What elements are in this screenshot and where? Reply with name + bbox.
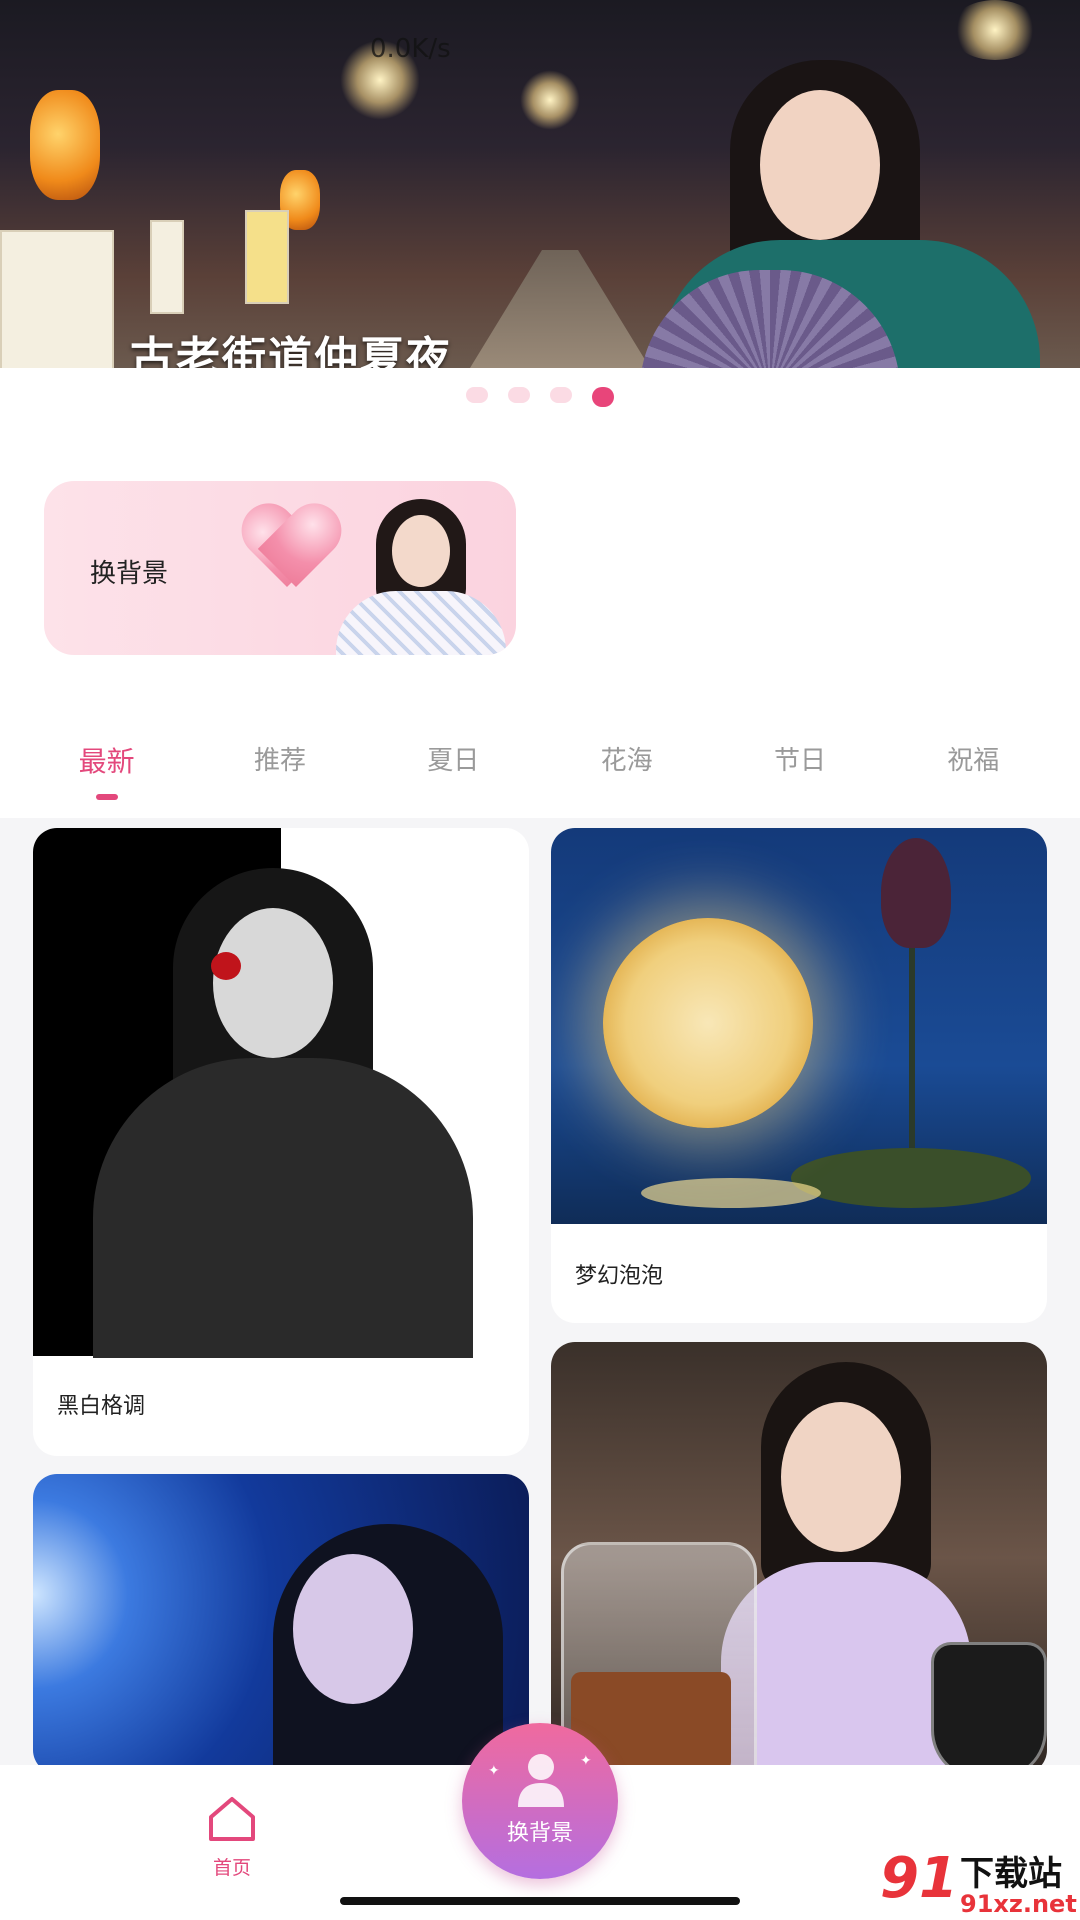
tab-label: 花海 [600, 746, 653, 776]
watermark-url: 91xz.net [960, 1890, 1077, 1918]
street-scene [470, 250, 650, 368]
pagination-dot[interactable] [466, 387, 488, 403]
home-icon [209, 1797, 255, 1841]
banner-person [640, 20, 1080, 368]
category-tabs: 最新 推荐 夏日 花海 节日 祝福 [0, 740, 1080, 810]
tab-recommended[interactable]: 推荐 [220, 740, 340, 810]
template-title: 梦幻泡泡 [575, 1264, 664, 1289]
watermark-mark: 91 [880, 1846, 958, 1911]
tab-flowers[interactable]: 花海 [567, 740, 687, 810]
person-icon [518, 1754, 564, 1807]
tab-festival[interactable]: 节日 [740, 740, 860, 810]
shop-sign [150, 220, 184, 314]
sparkle-icon: ✦ [580, 1753, 592, 1769]
tab-latest[interactable]: 最新 [47, 740, 167, 810]
template-card[interactable] [33, 1474, 529, 1774]
sparkle-icon: ✦ [488, 1763, 500, 1779]
tab-blessing[interactable]: 祝福 [913, 740, 1033, 810]
feature-label: 换背景 [90, 559, 169, 589]
shop-sign [245, 210, 289, 304]
tab-label: 最新 [78, 745, 135, 778]
tab-label: 推荐 [253, 746, 306, 776]
template-title: 黑白格调 [57, 1394, 146, 1419]
nav-home[interactable]: 首页 [200, 1795, 264, 1880]
pagination-dot[interactable] [508, 387, 530, 403]
status-speed: 0.0K/s [370, 34, 451, 64]
change-background-button[interactable]: ✦ ✦ 换背景 [462, 1723, 618, 1879]
heart-icon [242, 507, 332, 587]
template-card[interactable] [551, 1342, 1047, 1774]
banner-pagination [0, 387, 1080, 407]
change-background-card[interactable]: 换背景 [44, 481, 516, 655]
street-light [520, 70, 580, 130]
nav-home-label: 首页 [212, 1857, 251, 1879]
watermark-text: 下载站 [960, 1854, 1062, 1894]
template-thumbnail [551, 1342, 1047, 1774]
template-thumbnail [33, 1474, 529, 1774]
template-thumbnail [33, 828, 529, 1358]
tab-label: 节日 [773, 746, 826, 776]
banner-title: 古老街道仲夏夜 [130, 333, 452, 368]
shop-sign [0, 230, 114, 368]
pagination-dot[interactable] [550, 387, 572, 403]
center-button-label: 换背景 [506, 1821, 573, 1846]
template-card[interactable]: 梦幻泡泡 [551, 828, 1047, 1323]
tab-summer[interactable]: 夏日 [393, 740, 513, 810]
top-banner[interactable]: 0.0K/s 古老街道仲夏夜 [0, 0, 1080, 368]
home-indicator [340, 1897, 740, 1905]
tab-indicator [95, 794, 118, 800]
lantern [30, 90, 100, 200]
feature-person-image [336, 499, 506, 655]
template-card[interactable]: 黑白格调 [33, 828, 529, 1456]
watermark: 91 下载站 91xz.net [880, 1846, 1080, 1920]
template-thumbnail [551, 828, 1047, 1224]
tab-label: 夏日 [427, 746, 480, 776]
pagination-dot-active[interactable] [592, 387, 614, 407]
tab-label: 祝福 [947, 746, 1000, 776]
